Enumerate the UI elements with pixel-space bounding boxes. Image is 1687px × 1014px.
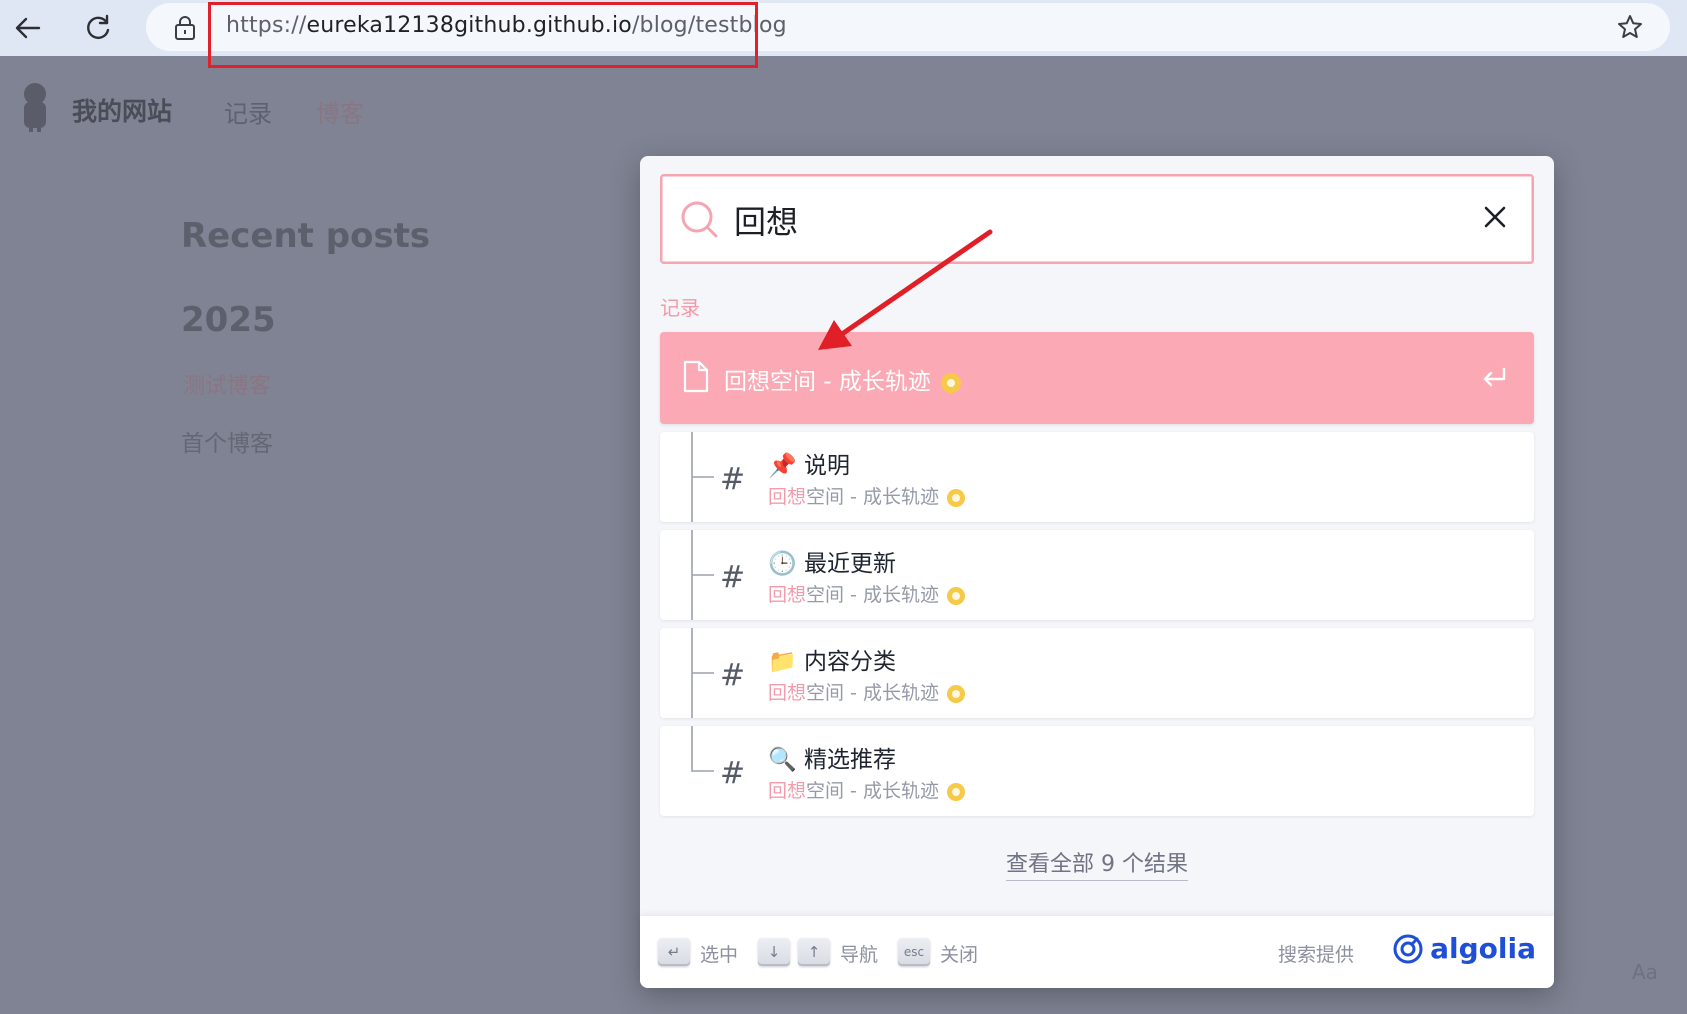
- pin-icon: 📌: [768, 453, 797, 479]
- navigate-hint: 导航: [840, 944, 879, 966]
- hit-path-highlight: 回想: [768, 682, 807, 704]
- document-icon: [683, 360, 709, 393]
- hit-title: 🔍 精选推荐: [768, 740, 896, 774]
- reload-icon: [87, 14, 110, 39]
- results-source-title: 记录: [660, 296, 700, 320]
- badge-icon: [946, 488, 965, 507]
- esc-key-icon: esc: [898, 938, 930, 966]
- hit-title-text: 精选推荐: [804, 747, 896, 773]
- nav-link-blog[interactable]: 博客: [316, 94, 364, 129]
- hash-icon: #: [720, 756, 746, 791]
- search-modal: 记录 回想空间 - 成长轨迹 # 📌说明 回想空间 - 成长轨迹 # 🕒最近更新…: [640, 156, 1554, 988]
- search-footer: ↵ 选中 ↓ ↑ 导航 esc 关闭 搜索提供 algolia: [640, 916, 1554, 988]
- select-hint: 选中: [700, 944, 739, 966]
- algolia-logo[interactable]: algolia: [1392, 932, 1536, 965]
- close-hint: 关闭: [940, 944, 979, 966]
- folder-icon: 📁: [768, 649, 797, 675]
- hit-path: 回想空间 - 成长轨迹: [768, 776, 965, 803]
- close-icon[interactable]: [1482, 204, 1508, 230]
- search-hit[interactable]: # 📌 说明 回想空间 - 成长轨迹: [660, 432, 1534, 522]
- enter-icon: [1483, 367, 1506, 387]
- badge-icon: [946, 684, 965, 703]
- star-icon[interactable]: [1616, 13, 1644, 41]
- hash-icon: #: [720, 462, 746, 497]
- arrow-up-key-icon: ↑: [798, 938, 830, 966]
- hit-title: 📁 内容分类: [768, 642, 896, 676]
- reader-mode-toggle[interactable]: Aa: [1632, 960, 1658, 984]
- reload-button[interactable]: [76, 6, 120, 50]
- hit-title-text: 最近更新: [804, 551, 896, 577]
- post-link[interactable]: 首个博客: [181, 424, 273, 458]
- hash-icon: #: [720, 560, 746, 595]
- search-input[interactable]: [732, 192, 1436, 248]
- hit-path-highlight: 回想: [768, 584, 807, 606]
- see-all-results: 查看全部 9 个结果: [640, 846, 1554, 881]
- search-hit[interactable]: # 🕒 最近更新 回想空间 - 成长轨迹: [660, 530, 1534, 620]
- back-button[interactable]: [6, 6, 50, 50]
- hit-path: 回想空间 - 成长轨迹: [768, 678, 965, 705]
- tree-connector-icon: [691, 726, 714, 772]
- hit-title-text: 说明: [804, 453, 850, 479]
- hit-title-text: 回想空间 - 成长轨迹: [724, 369, 931, 395]
- search-hit-selected[interactable]: 回想空间 - 成长轨迹: [660, 332, 1534, 424]
- hit-path-text: 空间 - 成长轨迹: [806, 682, 939, 704]
- hit-path-text: 空间 - 成长轨迹: [806, 486, 939, 508]
- algolia-icon: [1393, 934, 1423, 963]
- post-link[interactable]: 测试博客: [183, 368, 271, 400]
- site-logo[interactable]: [18, 78, 52, 132]
- hit-path-highlight: 回想: [768, 486, 807, 508]
- arrow-left-icon: [15, 17, 41, 39]
- nav-link-notes[interactable]: 记录: [224, 94, 272, 129]
- hit-path-highlight: 回想: [768, 780, 807, 802]
- lock-icon[interactable]: [174, 15, 196, 41]
- see-all-link[interactable]: 查看全部 9 个结果: [1006, 852, 1188, 881]
- badge-icon: [946, 586, 965, 605]
- hash-icon: #: [720, 658, 746, 693]
- tree-connector-icon: [691, 628, 714, 718]
- hit-path-text: 空间 - 成长轨迹: [806, 584, 939, 606]
- recent-posts-heading: Recent posts: [181, 216, 431, 256]
- magnifier-icon: 🔍: [768, 747, 797, 773]
- badge-icon: [946, 782, 965, 801]
- search-hit[interactable]: # 📁 内容分类 回想空间 - 成长轨迹: [660, 628, 1534, 718]
- hit-path-text: 空间 - 成长轨迹: [806, 780, 939, 802]
- search-icon: [681, 201, 718, 238]
- badge-icon: [940, 372, 961, 393]
- hit-title: 回想空间 - 成长轨迹: [724, 362, 961, 396]
- clock-icon: 🕒: [768, 551, 797, 577]
- algolia-wordmark: algolia: [1430, 932, 1536, 965]
- hit-path: 回想空间 - 成长轨迹: [768, 482, 965, 509]
- year-heading: 2025: [181, 300, 276, 340]
- tree-connector-icon: [691, 432, 714, 522]
- search-hit[interactable]: # 🔍 精选推荐 回想空间 - 成长轨迹: [660, 726, 1534, 816]
- arrow-down-key-icon: ↓: [758, 938, 790, 966]
- powered-by-label: 搜索提供: [1277, 944, 1354, 966]
- tree-connector-icon: [691, 530, 714, 620]
- hit-title-text: 内容分类: [804, 649, 896, 675]
- search-form: [660, 174, 1534, 264]
- site-title[interactable]: 我的网站: [72, 92, 172, 128]
- enter-key-icon: ↵: [658, 938, 690, 966]
- hit-title: 📌 说明: [768, 446, 850, 480]
- hit-title: 🕒 最近更新: [768, 544, 896, 578]
- hit-path: 回想空间 - 成长轨迹: [768, 580, 965, 607]
